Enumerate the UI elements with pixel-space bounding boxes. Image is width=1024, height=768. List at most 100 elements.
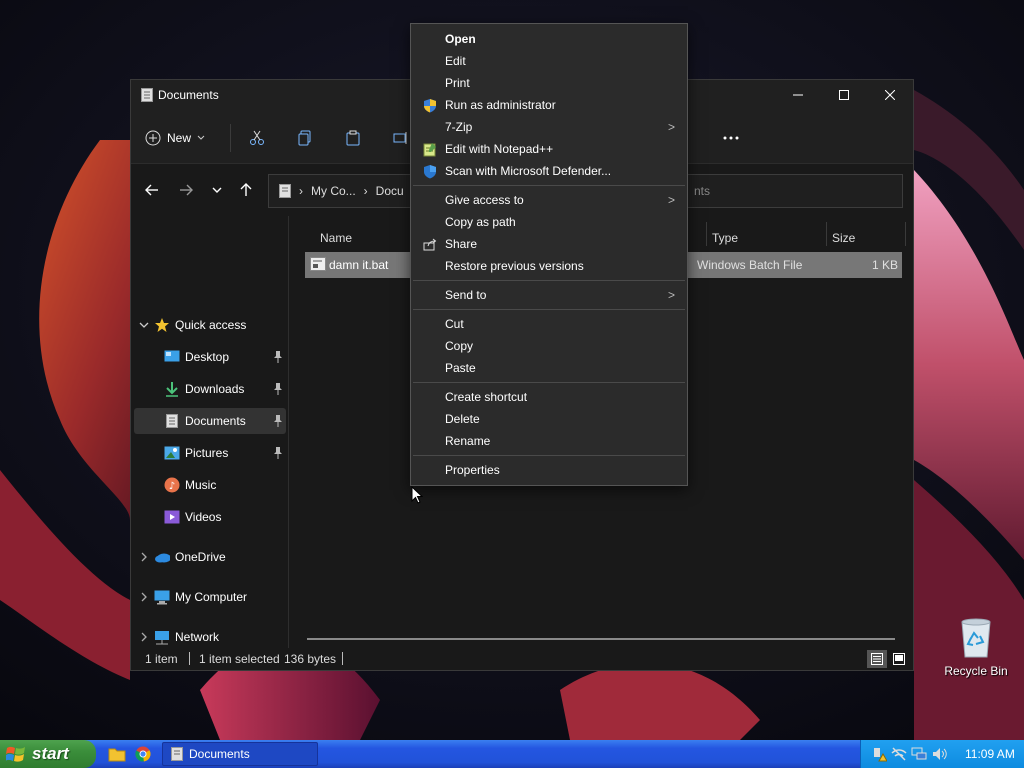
menu-item-share[interactable]: Share — [413, 233, 685, 255]
start-label: start — [32, 744, 69, 763]
more-icon — [723, 136, 739, 140]
menu-item-properties[interactable]: Properties — [413, 459, 685, 481]
nav-videos[interactable]: Videos — [134, 504, 286, 530]
recycle-bin-icon — [961, 618, 991, 658]
menu-item-paste[interactable]: Paste — [413, 357, 685, 379]
minimize-button[interactable] — [775, 80, 821, 110]
breadcrumb-item[interactable]: My Co... — [311, 184, 356, 198]
chrome-icon — [135, 746, 151, 762]
recent-locations-button[interactable] — [205, 178, 229, 202]
file-explorer-quicklaunch[interactable] — [108, 745, 126, 763]
menu-item-edit[interactable]: Edit — [413, 50, 685, 72]
menu-item-print[interactable]: Print — [413, 72, 685, 94]
menu-item-restore-versions[interactable]: Restore previous versions — [413, 255, 685, 277]
menu-item-label: Copy — [445, 339, 474, 353]
notepad-icon — [422, 141, 438, 157]
menu-item-cut[interactable]: Cut — [413, 313, 685, 335]
chevron-down-icon — [197, 135, 205, 140]
menu-item-open[interactable]: Open — [413, 28, 685, 50]
nav-my-computer[interactable]: My Computer — [134, 584, 286, 610]
column-header-type[interactable]: Type — [712, 224, 738, 252]
safely-remove-hardware-icon[interactable] — [871, 746, 887, 762]
clock[interactable]: 11:09 AM — [965, 747, 1015, 761]
chrome-quicklaunch[interactable] — [134, 745, 152, 763]
details-view-button[interactable] — [867, 650, 887, 668]
menu-item-delete[interactable]: Delete — [413, 408, 685, 430]
network-disconnected-icon[interactable] — [891, 746, 907, 762]
copy-button[interactable] — [293, 126, 317, 150]
menu-item-label: Create shortcut — [445, 390, 528, 404]
nav-desktop[interactable]: Desktop — [134, 344, 286, 370]
nav-pictures[interactable]: Pictures — [134, 440, 286, 466]
file-name: damn it.bat — [329, 258, 389, 272]
file-type: Windows Batch File — [697, 258, 803, 272]
rename-icon — [393, 132, 407, 144]
recycle-bin-shortcut[interactable]: Recycle Bin — [940, 612, 1012, 680]
chevron-down-icon[interactable] — [134, 321, 154, 329]
tiles-view-button[interactable] — [889, 650, 909, 668]
menu-item-label: Give access to — [445, 193, 524, 207]
pin-icon — [273, 415, 283, 430]
menu-item-7zip[interactable]: 7-Zip > — [413, 116, 685, 138]
start-button[interactable]: start — [0, 740, 96, 768]
nav-documents[interactable]: Documents — [134, 408, 286, 434]
menu-item-scan-defender[interactable]: Scan with Microsoft Defender... — [413, 160, 685, 182]
new-button-label: New — [167, 131, 192, 145]
maximize-icon — [839, 90, 849, 100]
document-icon — [279, 184, 291, 198]
back-button[interactable] — [140, 178, 164, 202]
menu-item-label: Restore previous versions — [445, 259, 584, 273]
chevron-right-icon[interactable] — [134, 552, 154, 562]
column-divider[interactable] — [706, 222, 707, 246]
forward-button[interactable] — [174, 178, 198, 202]
network-icon[interactable] — [911, 746, 927, 762]
menu-item-label: Delete — [445, 412, 480, 426]
menu-item-give-access[interactable]: Give access to > — [413, 189, 685, 211]
more-options-button[interactable] — [719, 126, 743, 150]
status-bar: 1 item 1 item selected 136 bytes — [131, 648, 913, 670]
download-icon — [164, 381, 180, 397]
nav-quick-access[interactable]: Quick access — [134, 312, 286, 338]
menu-item-send-to[interactable]: Send to > — [413, 284, 685, 306]
minimize-icon — [793, 94, 803, 96]
menu-item-rename[interactable]: Rename — [413, 430, 685, 452]
chevron-right-icon[interactable] — [134, 632, 154, 642]
close-button[interactable] — [867, 80, 913, 110]
column-header-name[interactable]: Name — [320, 224, 352, 252]
nav-network[interactable]: Network — [134, 624, 286, 650]
menu-item-edit-notepad[interactable]: Edit with Notepad++ — [413, 138, 685, 160]
menu-item-copy-as-path[interactable]: Copy as path — [413, 211, 685, 233]
search-input[interactable]: nts — [671, 174, 903, 208]
computer-icon — [154, 589, 170, 605]
breadcrumb-separator: › — [299, 184, 303, 198]
menu-item-run-as-admin[interactable]: Run as administrator — [413, 94, 685, 116]
up-button[interactable] — [234, 178, 258, 202]
document-icon — [171, 747, 183, 761]
nav-onedrive[interactable]: OneDrive — [134, 544, 286, 570]
nav-downloads[interactable]: Downloads — [134, 376, 286, 402]
column-divider[interactable] — [826, 222, 827, 246]
horizontal-scrollbar[interactable] — [307, 638, 895, 640]
submenu-arrow-icon: > — [667, 193, 675, 207]
recycle-bin-label: Recycle Bin — [944, 664, 1008, 678]
breadcrumb-item[interactable]: Docu — [376, 184, 404, 198]
cut-button[interactable] — [245, 126, 269, 150]
file-size: 1 KB — [871, 258, 898, 272]
taskbar-button-documents[interactable]: Documents — [162, 742, 318, 766]
document-icon — [164, 413, 180, 429]
column-divider[interactable] — [905, 222, 906, 246]
maximize-button[interactable] — [821, 80, 867, 110]
chevron-right-icon[interactable] — [134, 592, 154, 602]
new-button[interactable]: New — [145, 125, 205, 151]
menu-item-create-shortcut[interactable]: Create shortcut — [413, 386, 685, 408]
shield-icon — [422, 97, 438, 113]
menu-separator — [413, 280, 685, 281]
nav-music[interactable]: ♪ Music — [134, 472, 286, 498]
nav-item-label: Desktop — [185, 350, 230, 364]
chevron-down-icon — [212, 187, 222, 193]
menu-item-copy[interactable]: Copy — [413, 335, 685, 357]
mouse-cursor-icon — [411, 486, 423, 504]
paste-button[interactable] — [341, 126, 365, 150]
column-header-size[interactable]: Size — [832, 224, 855, 252]
volume-icon[interactable] — [931, 746, 947, 762]
